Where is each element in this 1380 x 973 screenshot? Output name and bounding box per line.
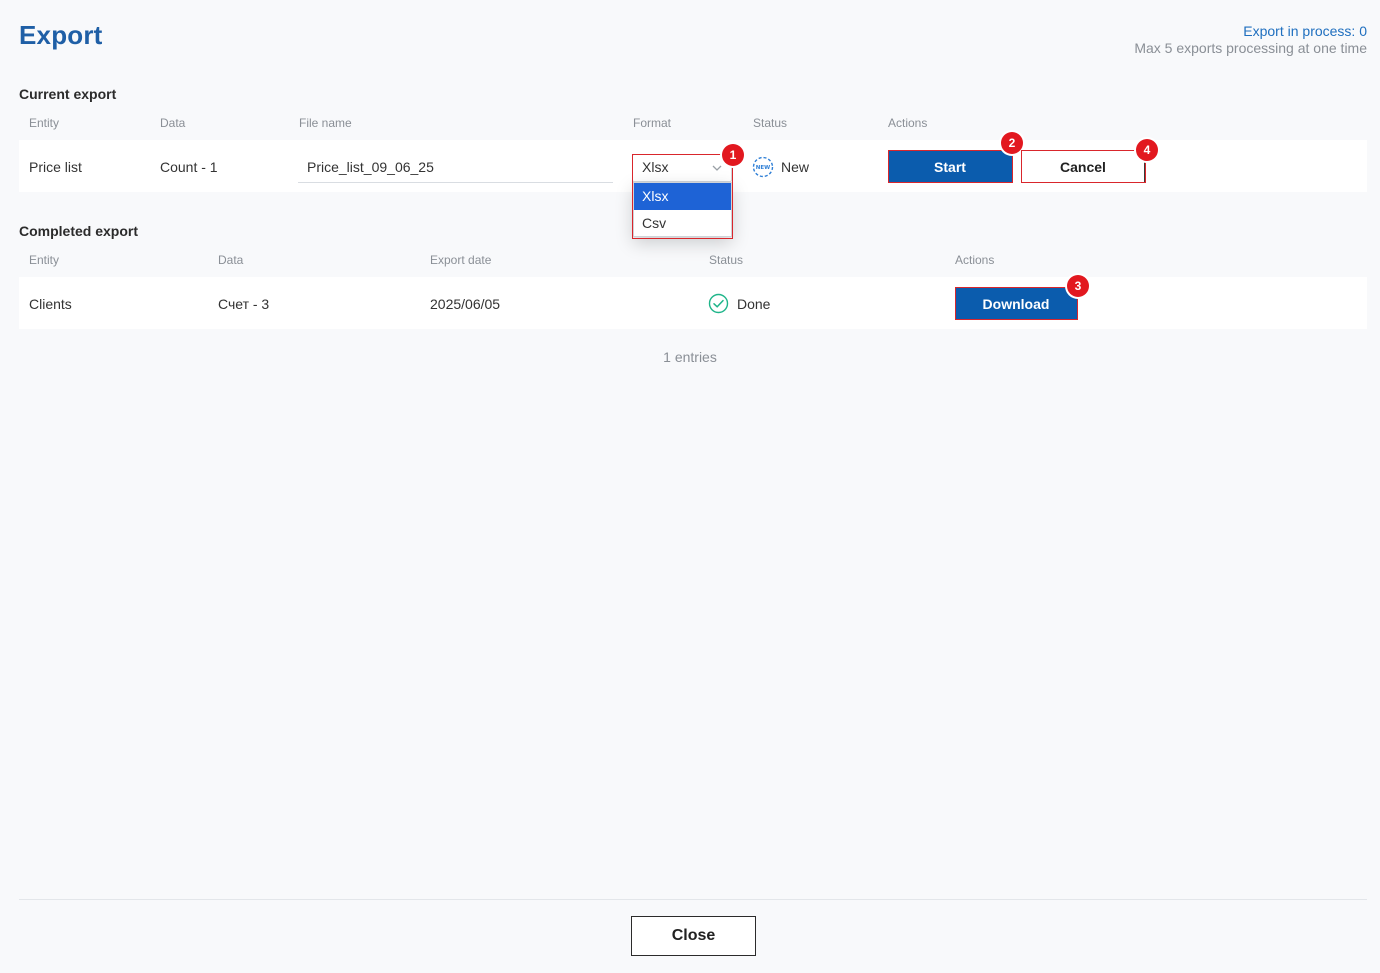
check-circle-icon bbox=[708, 293, 729, 314]
format-option-xlsx[interactable]: Xlsx bbox=[634, 183, 731, 210]
completed-status: Done bbox=[737, 296, 771, 312]
annotation-badge-4: 4 bbox=[1136, 139, 1158, 161]
current-entity: Price list bbox=[29, 159, 82, 175]
col-data: Data bbox=[160, 116, 186, 130]
current-export-title: Current export bbox=[19, 86, 117, 102]
completed-export-date: 2025/06/05 bbox=[430, 296, 501, 312]
new-badge-icon: NEW bbox=[752, 156, 774, 178]
col-status: Status bbox=[709, 253, 744, 267]
current-data: Count - 1 bbox=[160, 159, 218, 175]
export-process-count: Export in process: 0 bbox=[1243, 23, 1367, 39]
annotation-badge-3: 3 bbox=[1067, 275, 1089, 297]
annotation-badge-2: 2 bbox=[1001, 132, 1023, 154]
col-file-name: File name bbox=[299, 116, 352, 130]
col-export-date: Export date bbox=[430, 253, 492, 267]
svg-text:NEW: NEW bbox=[756, 165, 770, 171]
format-select[interactable]: Xlsx bbox=[632, 154, 732, 182]
entries-count: 1 entries bbox=[663, 349, 717, 365]
col-status: Status bbox=[753, 116, 788, 130]
col-entity: Entity bbox=[29, 253, 60, 267]
page-title: Export bbox=[19, 20, 103, 50]
format-option-csv[interactable]: Csv bbox=[634, 210, 731, 237]
format-select-value: Xlsx bbox=[642, 159, 669, 175]
export-process-limit: Max 5 exports processing at one time bbox=[1134, 40, 1367, 56]
col-format: Format bbox=[633, 116, 672, 130]
col-entity: Entity bbox=[29, 116, 60, 130]
col-data: Data bbox=[218, 253, 244, 267]
export-dialog: Export Export in process: 0 Max 5 export… bbox=[0, 0, 1380, 973]
footer-divider bbox=[19, 899, 1367, 900]
col-actions: Actions bbox=[888, 116, 928, 130]
chevron-down-icon bbox=[712, 165, 722, 171]
cancel-button[interactable]: Cancel bbox=[1021, 150, 1145, 183]
process-info: Export in process: 0 Max 5 exports proce… bbox=[1134, 23, 1367, 57]
current-status: New bbox=[781, 159, 810, 175]
download-button[interactable]: Download bbox=[955, 287, 1077, 320]
completed-export-title: Completed export bbox=[19, 223, 139, 239]
completed-entity: Clients bbox=[29, 296, 72, 312]
col-actions: Actions bbox=[955, 253, 995, 267]
completed-data: Счет - 3 bbox=[218, 296, 270, 312]
annotation-badge-1: 1 bbox=[722, 144, 744, 166]
format-dropdown: Xlsx Csv bbox=[633, 182, 732, 237]
start-button[interactable]: Start bbox=[888, 150, 1012, 183]
file-name-input[interactable] bbox=[298, 152, 613, 183]
close-button[interactable]: Close bbox=[631, 916, 756, 956]
